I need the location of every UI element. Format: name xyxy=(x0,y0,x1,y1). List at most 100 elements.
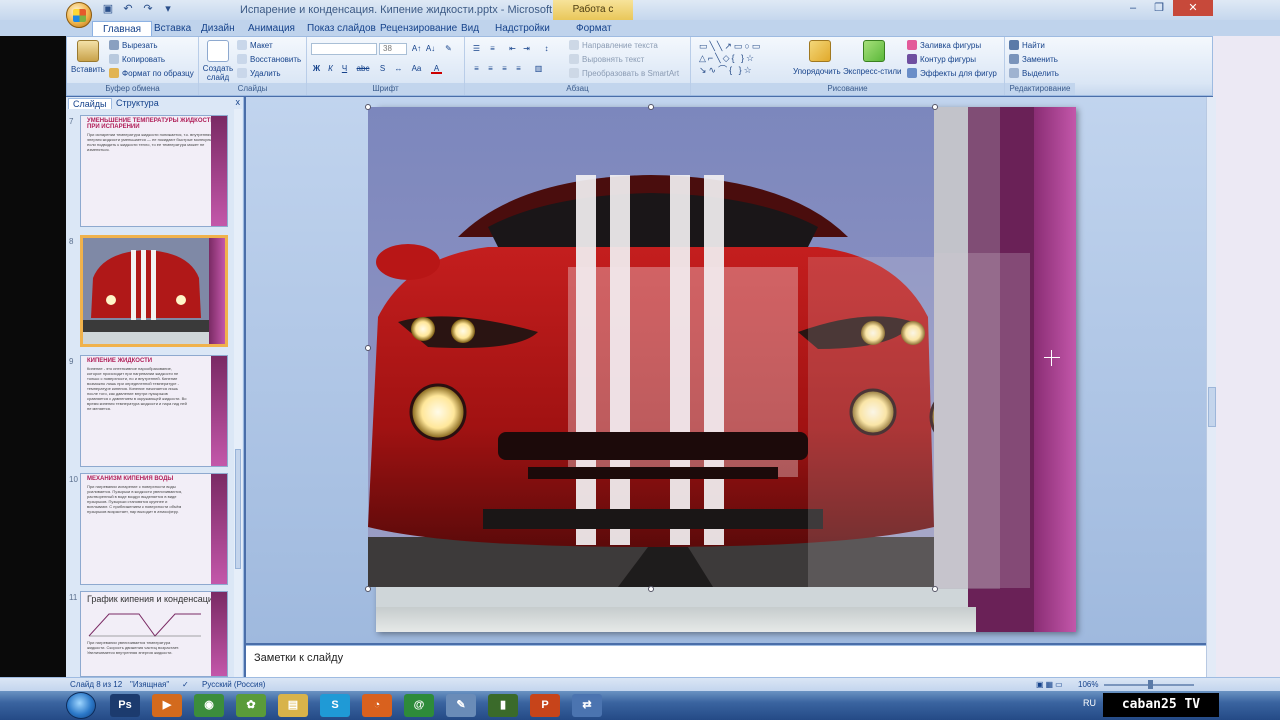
customize-qat-icon[interactable]: ▾ xyxy=(160,2,176,17)
align-text-button[interactable]: Выровнять текст xyxy=(569,54,644,64)
spacing-icon[interactable]: ↔ xyxy=(393,63,404,74)
tab-slideshow[interactable]: Показ слайдов xyxy=(307,21,376,36)
justify-icon[interactable]: ≡ xyxy=(513,63,524,74)
numbering-icon[interactable]: ≡ xyxy=(487,43,498,54)
close-button[interactable]: ✕ xyxy=(1173,0,1213,16)
shape-effects-button[interactable]: Эффекты для фигур xyxy=(907,68,997,78)
powerpoint-icon[interactable]: P xyxy=(530,694,560,717)
columns-icon[interactable]: ▥ xyxy=(533,63,544,74)
font-size-combo[interactable]: 38 xyxy=(379,43,407,55)
reset-button[interactable]: Восстановить xyxy=(237,54,301,64)
resize-handle-sw[interactable] xyxy=(365,586,371,592)
redo-icon[interactable]: ↷ xyxy=(140,2,156,17)
view-buttons[interactable]: ▣▦▭ xyxy=(1036,680,1065,689)
spellcheck-icon[interactable]: ✓ xyxy=(182,680,189,689)
align-center-icon[interactable]: ≡ xyxy=(485,63,496,74)
quick-styles-icon[interactable] xyxy=(863,40,885,62)
new-slide-icon[interactable] xyxy=(207,40,229,62)
resize-handle-ne[interactable] xyxy=(932,104,938,110)
office-button[interactable] xyxy=(66,2,92,28)
tab-view[interactable]: Вид xyxy=(461,21,479,36)
resize-handle-se[interactable] xyxy=(932,586,938,592)
tab-review[interactable]: Рецензирование xyxy=(380,21,457,36)
font-name-combo[interactable] xyxy=(311,43,377,55)
bullets-icon[interactable]: ☰ xyxy=(471,43,482,54)
arrange-icon[interactable] xyxy=(809,40,831,62)
tab-home[interactable]: Главная xyxy=(92,21,153,36)
language-indicator[interactable]: Русский (Россия) xyxy=(202,680,265,689)
tab-design[interactable]: Дизайн xyxy=(201,21,235,36)
arrange-button[interactable]: Упорядочить xyxy=(793,67,841,76)
decrease-indent-icon[interactable]: ⇤ xyxy=(507,43,518,54)
tab-addins[interactable]: Надстройки xyxy=(495,21,550,36)
mail-agent-icon[interactable]: @ xyxy=(404,694,434,717)
car-photo[interactable] xyxy=(368,107,934,587)
butterfly-icon[interactable]: ✿ xyxy=(236,694,266,717)
shrink-font-icon[interactable]: A↓ xyxy=(425,43,436,54)
tab-animation[interactable]: Анимация xyxy=(248,21,295,36)
delete-slide-button[interactable]: Удалить xyxy=(237,68,281,78)
find-button[interactable]: Найти xyxy=(1009,40,1045,50)
format-painter-button[interactable]: Формат по образцу xyxy=(109,68,194,78)
folder-icon[interactable]: ▤ xyxy=(278,694,308,717)
cmd-icon[interactable]: ▮ xyxy=(488,694,518,717)
scrollbar-thumb[interactable] xyxy=(235,449,241,569)
copy-button[interactable]: Копировать xyxy=(109,54,165,64)
tab-format[interactable]: Формат xyxy=(576,21,612,36)
underline-button[interactable]: Ч xyxy=(339,63,350,74)
tab-slides-panel[interactable]: Слайды xyxy=(68,98,112,109)
photoshop-icon[interactable]: Ps xyxy=(110,694,140,717)
media-player-icon[interactable]: ▶ xyxy=(152,694,182,717)
bold-button[interactable]: Ж xyxy=(311,63,322,74)
resize-handle-n[interactable] xyxy=(648,104,654,110)
tray-language[interactable]: RU xyxy=(1083,698,1096,708)
maximize-button[interactable]: ❐ xyxy=(1147,0,1171,16)
zoom-slider-thumb[interactable] xyxy=(1148,680,1153,689)
undo-icon[interactable]: ↶ xyxy=(120,2,136,17)
paste-icon[interactable] xyxy=(77,40,99,62)
notes-pane[interactable]: Заметки к слайду xyxy=(246,645,1206,677)
quick-styles-button[interactable]: Экспресс-стили xyxy=(843,67,902,76)
scrollbar-thumb[interactable] xyxy=(1208,387,1216,427)
resize-handle-nw[interactable] xyxy=(365,104,371,110)
slides-panel-scrollbar[interactable] xyxy=(234,109,242,677)
align-right-icon[interactable]: ≡ xyxy=(499,63,510,74)
resize-handle-s[interactable] xyxy=(648,586,654,592)
increase-indent-icon[interactable]: ⇥ xyxy=(521,43,532,54)
paste-button[interactable]: Вставить xyxy=(71,65,105,74)
select-button[interactable]: Выделить xyxy=(1009,68,1059,78)
new-slide-button[interactable]: Создать слайд xyxy=(201,64,235,82)
shapes-gallery[interactable]: ▭╲╲↗▭○▭ △⌐╲◇{ }☆ ↘∿⌒{ }☆ xyxy=(699,40,779,80)
smartart-button[interactable]: Преобразовать в SmartArt xyxy=(569,68,679,78)
resize-handle-w[interactable] xyxy=(365,345,371,351)
font-color-icon[interactable]: A xyxy=(431,63,442,74)
close-panel-icon[interactable]: x xyxy=(236,97,241,107)
italic-button[interactable]: К xyxy=(325,63,336,74)
firefox-icon[interactable]: ◔ xyxy=(362,694,392,717)
shape-fill-button[interactable]: Заливка фигуры xyxy=(907,40,981,50)
shape-outline-button[interactable]: Контур фигуры xyxy=(907,54,976,64)
tab-insert[interactable]: Вставка xyxy=(154,21,191,36)
change-case-icon[interactable]: Aa xyxy=(411,63,422,74)
align-left-icon[interactable]: ≡ xyxy=(471,63,482,74)
start-button[interactable] xyxy=(66,692,96,719)
paint-icon[interactable]: ✎ xyxy=(446,694,476,717)
skype-icon[interactable]: S xyxy=(320,694,350,717)
replace-button[interactable]: Заменить xyxy=(1009,54,1058,64)
clear-format-icon[interactable]: ✎ xyxy=(443,43,454,54)
chrome-icon[interactable]: ◉ xyxy=(194,694,224,717)
zoom-level[interactable]: 106% xyxy=(1078,680,1098,689)
minimize-button[interactable]: – xyxy=(1121,0,1145,16)
tab-outline-panel[interactable]: Структура xyxy=(112,98,163,109)
save-icon[interactable]: ▣ xyxy=(100,2,116,17)
text-direction-button[interactable]: Направление текста xyxy=(569,40,658,50)
grow-font-icon[interactable]: A↑ xyxy=(411,43,422,54)
slides-panel: Слайды Структура x 7 УМЕНЬШЕНИЕ ТЕМПЕРАТ… xyxy=(66,97,244,677)
slide-vertical-scrollbar[interactable] xyxy=(1206,97,1216,677)
strikethrough-button[interactable]: abc xyxy=(355,63,371,74)
shadow-icon[interactable]: S xyxy=(377,63,388,74)
network-icon[interactable]: ⇄ xyxy=(572,694,602,717)
line-spacing-icon[interactable]: ↕ xyxy=(541,43,552,54)
cut-button[interactable]: Вырезать xyxy=(109,40,158,50)
layout-button[interactable]: Макет xyxy=(237,40,273,50)
